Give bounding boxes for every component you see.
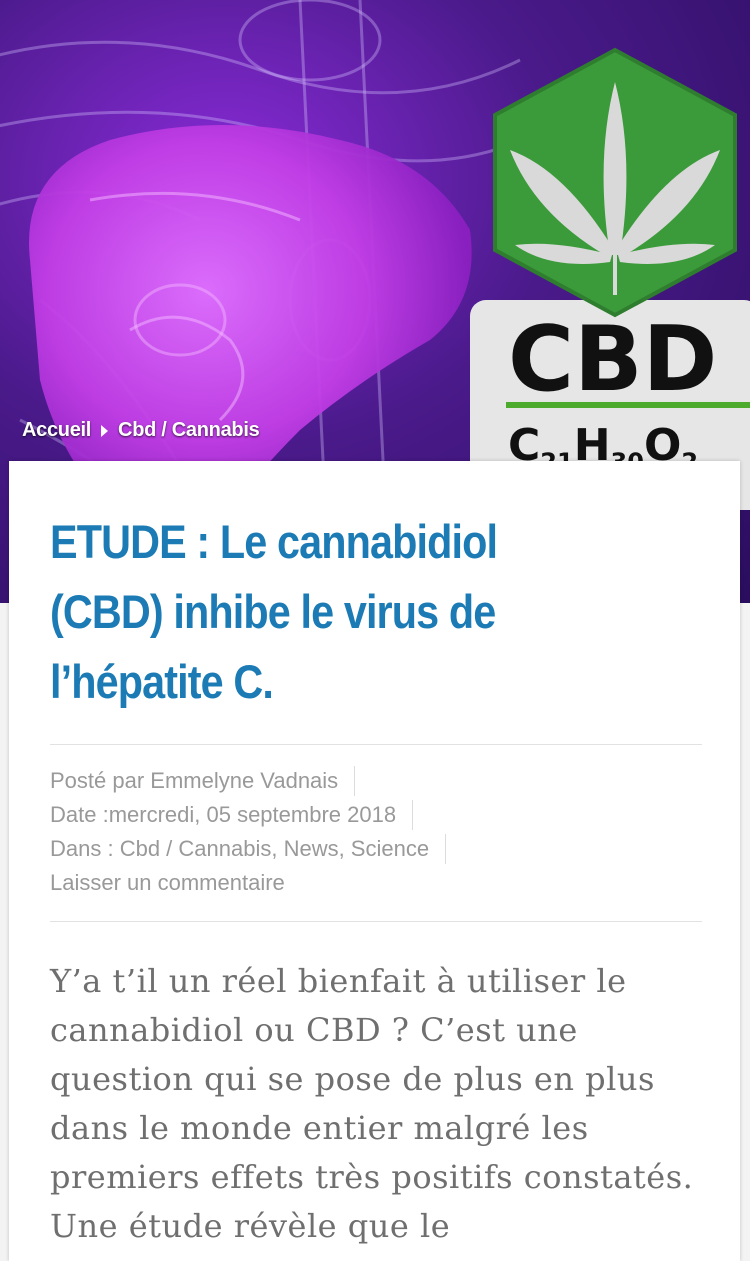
- article-card: ETUDE : Le cannabidiol (CBD) inhibe le v…: [9, 461, 740, 1261]
- divider: [445, 834, 447, 864]
- article-title: ETUDE : Le cannabidiol (CBD) inhibe le v…: [50, 515, 498, 708]
- cbd-logo: CBD C21H30O2: [470, 47, 750, 510]
- breadcrumb-home-link[interactable]: Accueil: [22, 419, 91, 442]
- meta-categories: Dans : Cbd / Cannabis, News, Science: [50, 832, 702, 866]
- divider: [50, 744, 702, 745]
- breadcrumb: Accueil Cbd / Cannabis: [22, 419, 260, 442]
- divider: [354, 766, 356, 796]
- categories-text[interactable]: Dans : Cbd / Cannabis, News, Science: [50, 832, 429, 866]
- article-body: Y’a t’il un réel bienfait à utiliser le …: [50, 962, 694, 1245]
- leave-comment-link[interactable]: Laisser un commentaire: [50, 866, 285, 900]
- breadcrumb-category-link[interactable]: Cbd / Cannabis: [118, 419, 260, 442]
- author-text: Posté par Emmelyne Vadnais: [50, 768, 339, 793]
- meta-date: Date :mercredi, 05 septembre 2018: [50, 798, 702, 832]
- meta-author: Posté par Emmelyne Vadnais: [50, 764, 702, 798]
- caret-right-icon: [101, 424, 109, 437]
- article-meta: Posté par Emmelyne Vadnais Date :mercred…: [50, 764, 702, 900]
- divider: [412, 800, 414, 830]
- date-text: Date :mercredi, 05 septembre 2018: [50, 802, 397, 827]
- divider: [50, 921, 702, 922]
- cbd-logo-text: CBD: [508, 307, 717, 412]
- meta-comment: Laisser un commentaire: [50, 866, 702, 900]
